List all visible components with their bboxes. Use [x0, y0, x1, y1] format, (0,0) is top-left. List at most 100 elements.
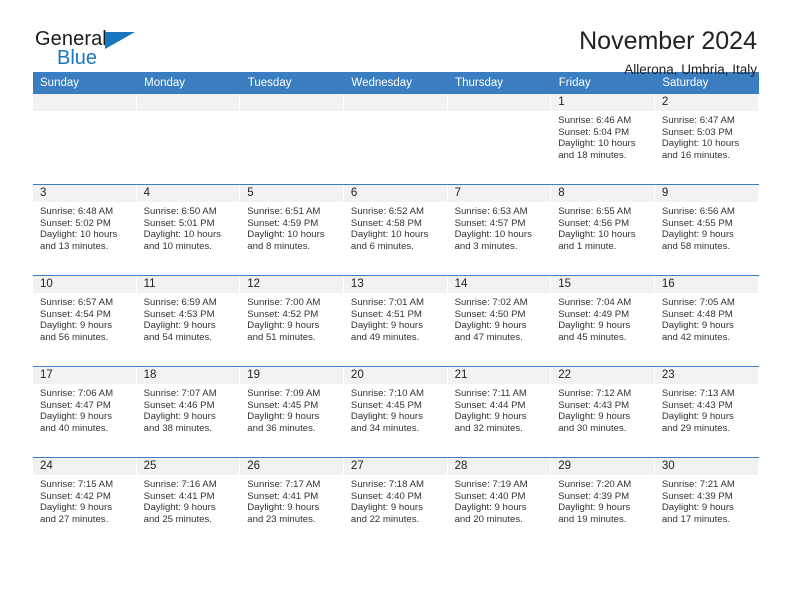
sunrise-time: Sunrise: 7:13 AM: [661, 388, 735, 399]
calendar-day-cell[interactable]: 1 Sunrise: 6:46 AM Sunset: 5:04 PM Daylight…: [551, 94, 655, 185]
daylight-duration-line1: Daylight: 10 hours: [558, 138, 636, 150]
day-cell-inner: 22 Sunrise: 7:12 AM Sunset: 4:43 PM Dayligh…: [551, 367, 655, 457]
day-cell-inner: 8 Sunrise: 6:55 AM Sunset: 4:56 PM Daylight…: [551, 185, 655, 275]
sunrise-time: Sunrise: 7:16 AM: [143, 479, 217, 490]
day-cell-inner: 12 Sunrise: 7:00 AM Sunset: 4:52 PM Dayligh…: [240, 276, 344, 366]
day-cell-inner: 16 Sunrise: 7:05 AM Sunset: 4:48 PM Dayligh…: [654, 276, 759, 366]
calendar-day-cell[interactable]: 9 Sunrise: 6:56 AM Sunset: 4:55 PM Daylight…: [654, 184, 759, 276]
sunset-time: Sunset: 5:04 PM: [558, 126, 630, 138]
day-number: [447, 94, 552, 111]
sunset-time: Sunset: 4:49 PM: [558, 308, 630, 320]
day-cell-inner: [136, 94, 241, 184]
sunset-time: Sunset: 4:59 PM: [247, 217, 319, 229]
day-number: 21: [447, 367, 552, 384]
calendar-day-cell[interactable]: 26 Sunrise: 7:17 AM Sunset: 4:41 PM Dayligh…: [240, 457, 344, 548]
calendar-week-row: 17 Sunrise: 7:06 AM Sunset: 4:47 PM Dayligh…: [33, 366, 759, 458]
day-cell-details: Sunrise: 7:05 AM Sunset: 4:48 PM Daylight:…: [655, 293, 759, 343]
day-cell-details: Sunrise: 6:59 AM Sunset: 4:53 PM Daylight:…: [137, 293, 241, 343]
sunrise-time: Sunrise: 6:59 AM: [143, 297, 217, 308]
day-cell-details: Sunrise: 7:15 AM Sunset: 4:42 PM Daylight:…: [33, 475, 137, 525]
day-cell-inner: [33, 94, 137, 184]
calendar-day-cell[interactable]: 22 Sunrise: 7:12 AM Sunset: 4:43 PM Dayligh…: [551, 366, 655, 458]
page-title: November 2024: [579, 27, 757, 55]
daylight-duration-line2: and 49 minutes.: [350, 331, 420, 343]
day-cell-details: Sunrise: 7:21 AM Sunset: 4:39 PM Daylight:…: [655, 475, 759, 525]
weekday-header-thursday: Thursday: [447, 72, 552, 94]
sunset-time: Sunset: 4:40 PM: [454, 490, 526, 502]
calendar-day-cell[interactable]: 7 Sunrise: 6:53 AM Sunset: 4:57 PM Daylight…: [447, 184, 552, 276]
sunset-time: Sunset: 4:42 PM: [40, 490, 111, 502]
day-cell-inner: 25 Sunrise: 7:16 AM Sunset: 4:41 PM Dayligh…: [136, 458, 241, 548]
calendar-day-cell[interactable]: 27 Sunrise: 7:18 AM Sunset: 4:40 PM Dayligh…: [343, 457, 448, 548]
day-cell-details: Sunrise: 7:13 AM Sunset: 4:43 PM Daylight:…: [655, 384, 759, 434]
daylight-duration-line2: and 10 minutes.: [143, 240, 212, 252]
day-cell-inner: 5 Sunrise: 6:51 AM Sunset: 4:59 PM Daylight…: [240, 185, 344, 275]
calendar-day-cell[interactable]: 13 Sunrise: 7:01 AM Sunset: 4:51 PM Dayligh…: [343, 275, 448, 367]
sunset-time: Sunset: 4:52 PM: [247, 308, 319, 320]
calendar-day-cell[interactable]: 3 Sunrise: 6:48 AM Sunset: 5:02 PM Daylight…: [33, 184, 137, 276]
calendar-day-cell[interactable]: 16 Sunrise: 7:05 AM Sunset: 4:48 PM Dayligh…: [654, 275, 759, 367]
day-cell-details: Sunrise: 7:11 AM Sunset: 4:44 PM Daylight:…: [448, 384, 552, 434]
daylight-duration-line2: and 36 minutes.: [247, 422, 316, 434]
calendar-day-cell[interactable]: 4 Sunrise: 6:50 AM Sunset: 5:01 PM Daylight…: [136, 184, 241, 276]
calendar-day-cell[interactable]: 30 Sunrise: 7:21 AM Sunset: 4:39 PM Dayligh…: [654, 457, 759, 548]
daylight-duration-line1: Daylight: 9 hours: [454, 320, 527, 332]
day-number: [136, 94, 241, 111]
calendar-day-cell[interactable]: 20 Sunrise: 7:10 AM Sunset: 4:45 PM Dayligh…: [343, 366, 448, 458]
calendar-day-cell[interactable]: 14 Sunrise: 7:02 AM Sunset: 4:50 PM Dayligh…: [447, 275, 552, 367]
calendar-day-cell[interactable]: 23 Sunrise: 7:13 AM Sunset: 4:43 PM Dayligh…: [654, 366, 759, 458]
calendar-day-cell[interactable]: 15 Sunrise: 7:04 AM Sunset: 4:49 PM Dayligh…: [551, 275, 655, 367]
calendar-day-cell[interactable]: 19 Sunrise: 7:09 AM Sunset: 4:45 PM Dayligh…: [240, 366, 344, 458]
calendar-day-cell[interactable]: 6 Sunrise: 6:52 AM Sunset: 4:58 PM Daylight…: [343, 184, 448, 276]
daylight-duration-line2: and 19 minutes.: [558, 513, 627, 525]
calendar-day-cell[interactable]: 21 Sunrise: 7:11 AM Sunset: 4:44 PM Dayligh…: [447, 366, 552, 458]
day-number: 10: [33, 276, 137, 293]
day-number: 14: [447, 276, 552, 293]
day-cell-inner: 28 Sunrise: 7:19 AM Sunset: 4:40 PM Dayligh…: [447, 458, 552, 548]
calendar-day-cell[interactable]: 8 Sunrise: 6:55 AM Sunset: 4:56 PM Daylight…: [551, 184, 655, 276]
day-cell-details: Sunrise: 6:57 AM Sunset: 4:54 PM Daylight:…: [33, 293, 137, 343]
sunset-time: Sunset: 4:41 PM: [247, 490, 319, 502]
calendar-day-cell[interactable]: 17 Sunrise: 7:06 AM Sunset: 4:47 PM Dayligh…: [33, 366, 137, 458]
daylight-duration-line1: Daylight: 9 hours: [454, 502, 527, 514]
day-number: 5: [240, 185, 344, 202]
daylight-duration-line1: Daylight: 9 hours: [558, 502, 631, 514]
day-number: 1: [551, 94, 655, 111]
daylight-duration-line1: Daylight: 9 hours: [247, 411, 320, 423]
daylight-duration-line1: Daylight: 10 hours: [143, 229, 221, 241]
calendar-day-cell[interactable]: 28 Sunrise: 7:19 AM Sunset: 4:40 PM Dayligh…: [447, 457, 552, 548]
calendar-day-cell[interactable]: 18 Sunrise: 7:07 AM Sunset: 4:46 PM Dayligh…: [136, 366, 241, 458]
day-number: 25: [136, 458, 241, 475]
sunrise-time: Sunrise: 7:18 AM: [350, 479, 424, 490]
calendar-day-cell[interactable]: 2 Sunrise: 6:47 AM Sunset: 5:03 PM Daylight…: [654, 94, 759, 185]
day-cell-details: Sunrise: 7:19 AM Sunset: 4:40 PM Daylight:…: [448, 475, 552, 525]
calendar-day-cell[interactable]: 24 Sunrise: 7:15 AM Sunset: 4:42 PM Dayligh…: [33, 457, 137, 548]
sunset-time: Sunset: 4:39 PM: [558, 490, 630, 502]
day-number: [240, 94, 344, 111]
daylight-duration-line2: and 58 minutes.: [661, 240, 731, 252]
day-cell-inner: 18 Sunrise: 7:07 AM Sunset: 4:46 PM Dayligh…: [136, 367, 241, 457]
calendar-day-cell[interactable]: 25 Sunrise: 7:16 AM Sunset: 4:41 PM Dayligh…: [136, 457, 241, 548]
calendar-body: 1 Sunrise: 6:46 AM Sunset: 5:04 PM Daylight…: [33, 94, 759, 548]
calendar-day-cell[interactable]: 5 Sunrise: 6:51 AM Sunset: 4:59 PM Daylight…: [240, 184, 344, 276]
day-cell-inner: 2 Sunrise: 6:47 AM Sunset: 5:03 PM Daylight…: [654, 94, 759, 184]
calendar-day-cell[interactable]: 11 Sunrise: 6:59 AM Sunset: 4:53 PM Dayligh…: [136, 275, 241, 367]
day-number: 3: [33, 185, 137, 202]
daylight-duration-line2: and 34 minutes.: [350, 422, 420, 434]
calendar-day-cell[interactable]: 12 Sunrise: 7:00 AM Sunset: 4:52 PM Dayligh…: [240, 275, 344, 367]
calendar-day-cell[interactable]: 29 Sunrise: 7:20 AM Sunset: 4:39 PM Dayligh…: [551, 457, 655, 548]
daylight-duration-line2: and 54 minutes.: [143, 331, 212, 343]
day-cell-details: Sunrise: 7:09 AM Sunset: 4:45 PM Daylight:…: [240, 384, 344, 434]
sunrise-time: Sunrise: 6:48 AM: [40, 206, 114, 217]
day-number: 28: [447, 458, 552, 475]
daylight-duration-line2: and 22 minutes.: [350, 513, 420, 525]
calendar-day-cell[interactable]: 10 Sunrise: 6:57 AM Sunset: 4:54 PM Dayligh…: [33, 275, 137, 367]
general-blue-logo[interactable]: General Blue: [35, 26, 147, 76]
day-number: 23: [654, 367, 759, 384]
daylight-duration-line2: and 16 minutes.: [661, 149, 731, 161]
sunset-time: Sunset: 4:57 PM: [454, 217, 526, 229]
sunrise-time: Sunrise: 6:57 AM: [40, 297, 114, 308]
day-number: [343, 94, 448, 111]
sunset-time: Sunset: 4:54 PM: [40, 308, 111, 320]
daylight-duration-line1: Daylight: 9 hours: [558, 411, 631, 423]
